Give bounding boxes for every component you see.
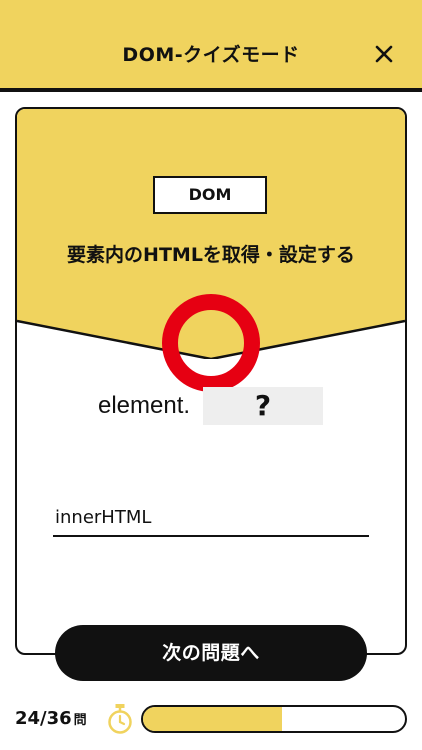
page-title: DOM-クイズモード (122, 44, 300, 66)
progress-counter: 24/36 問 (15, 708, 87, 729)
close-icon (375, 45, 393, 63)
answer-input[interactable]: innerHTML (55, 507, 151, 528)
answer-blank: ? (203, 387, 323, 425)
category-tag: DOM (153, 176, 267, 214)
code-prefix: element. (98, 392, 191, 419)
question-card: DOM 要素内のHTMLを取得・設定する element. ? innerHTM… (15, 107, 407, 655)
close-button[interactable] (366, 36, 402, 72)
progress-count-text: 24/36 (15, 708, 72, 729)
time-progress-bar (141, 705, 407, 733)
question-title: 要素内のHTMLを取得・設定する (67, 244, 355, 266)
correct-circle-icon (162, 294, 260, 392)
progress-unit: 問 (73, 713, 87, 728)
next-question-button[interactable]: 次の問題へ (55, 625, 367, 681)
stopwatch-icon (108, 704, 132, 734)
time-progress-fill (143, 707, 282, 731)
header-bar: DOM-クイズモード (0, 0, 422, 92)
answer-underline (53, 535, 369, 537)
